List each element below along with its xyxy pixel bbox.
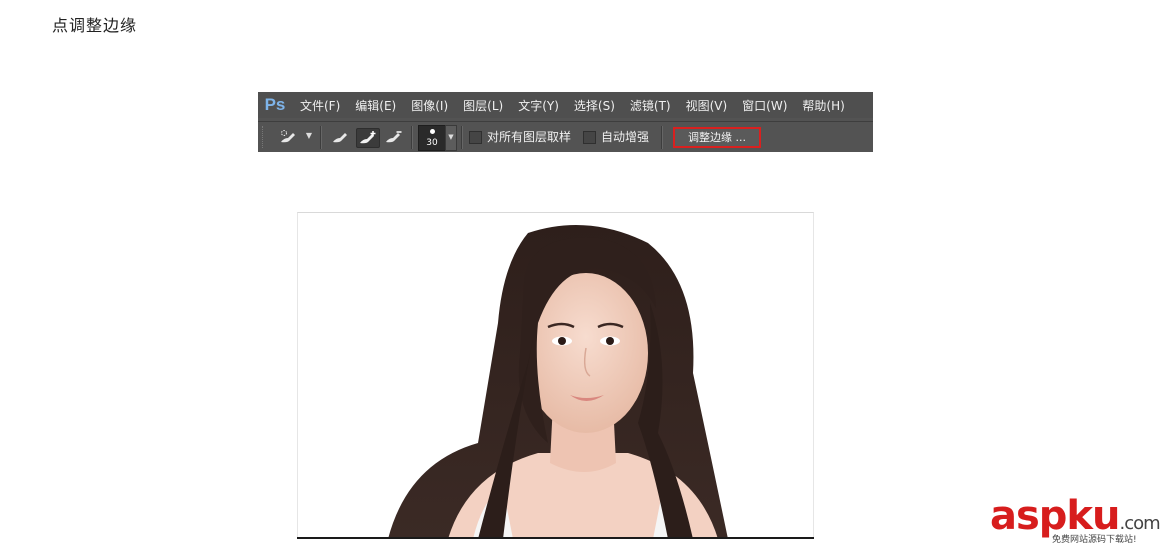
toolbar-separator	[661, 126, 663, 149]
menu-bar: Ps 文件(F) 编辑(E) 图像(I) 图层(L) 文字(Y) 选择(S) 滤…	[258, 92, 873, 118]
watermark-tagline: 免费网站源码下载站!	[1052, 535, 1137, 545]
photoshop-window: Ps 文件(F) 编辑(E) 图像(I) 图层(L) 文字(Y) 选择(S) 滤…	[258, 92, 873, 152]
watermark-domain-suffix: .com	[1119, 513, 1161, 534]
auto-enhance-checkbox[interactable]	[583, 131, 596, 144]
menu-help[interactable]: 帮助(H)	[802, 97, 844, 114]
subtract-from-selection-icon[interactable]	[383, 128, 405, 146]
menu-filter[interactable]: 滤镜(T)	[630, 97, 671, 114]
portrait-photo-image	[388, 225, 728, 539]
auto-enhance-label: 自动增强	[601, 130, 650, 144]
menu-layer[interactable]: 图层(L)	[463, 97, 503, 114]
toolbar-separator	[411, 126, 413, 149]
brush-tip-icon	[430, 129, 435, 134]
menu-file[interactable]: 文件(F)	[300, 97, 340, 114]
sample-all-layers-label: 对所有图层取样	[487, 130, 572, 144]
menu-edit[interactable]: 编辑(E)	[355, 97, 396, 114]
menu-select[interactable]: 选择(S)	[574, 97, 615, 114]
toolbar-separator	[320, 126, 322, 149]
options-bar: ▼ 30 ▼ 对所有图层取样 自动增强 调整边缘 ...	[258, 121, 873, 152]
toolbar-separator	[461, 126, 463, 149]
instruction-caption: 点调整边缘	[52, 16, 138, 35]
brush-picker-dropdown[interactable]: ▼	[445, 125, 457, 151]
refine-edge-button[interactable]: 调整边缘 ...	[673, 127, 761, 148]
tool-preset-dropdown[interactable]: ▼	[304, 130, 314, 142]
add-to-selection-icon[interactable]	[356, 128, 380, 148]
quick-selection-tool-icon[interactable]	[278, 128, 300, 146]
menu-view[interactable]: 视图(V)	[686, 97, 728, 114]
menu-image[interactable]: 图像(I)	[411, 97, 448, 114]
toolbar-grip[interactable]	[262, 126, 265, 148]
new-selection-icon[interactable]	[330, 128, 352, 146]
brush-size-value: 30	[426, 138, 438, 148]
photoshop-logo: Ps	[264, 95, 286, 114]
canvas-bottom-edge	[297, 537, 814, 539]
canvas-photo	[297, 212, 814, 539]
site-watermark: aspku.com 免费网站源码下载站!	[990, 494, 1161, 550]
menu-type[interactable]: 文字(Y)	[518, 97, 559, 114]
brush-picker[interactable]: 30	[418, 125, 446, 151]
sample-all-layers-checkbox[interactable]	[469, 131, 482, 144]
menu-window[interactable]: 窗口(W)	[742, 97, 787, 114]
